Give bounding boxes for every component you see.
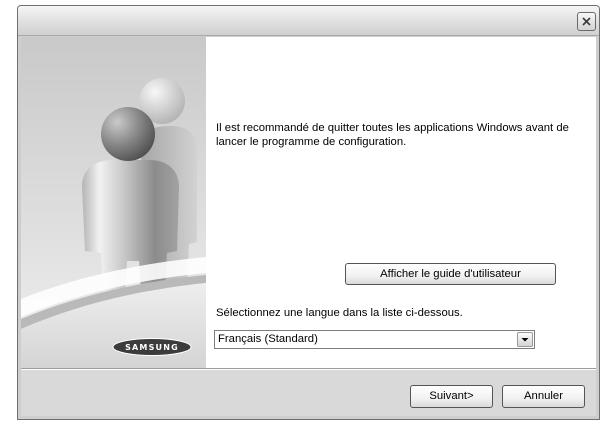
- language-dropdown-button[interactable]: [517, 332, 533, 347]
- dialog-client: SAMSUNG Il est recommandé de quitter tou…: [21, 37, 596, 416]
- sidebar-illustration-panel: SAMSUNG: [21, 37, 206, 368]
- close-button[interactable]: [577, 12, 596, 31]
- language-select[interactable]: Français (Standard): [214, 330, 535, 349]
- title-bar[interactable]: [18, 6, 599, 36]
- people-illustration: SAMSUNG: [21, 37, 206, 368]
- language-select-value: Français (Standard): [218, 333, 318, 345]
- close-icon: [582, 17, 591, 26]
- next-button[interactable]: Suivant>: [410, 385, 493, 408]
- language-label: Sélectionnez une langue dans la liste ci…: [216, 307, 463, 319]
- close-apps-message: Il est recommandé de quitter toutes les …: [216, 122, 569, 148]
- user-guide-button[interactable]: Afficher le guide d'utilisateur: [345, 263, 556, 285]
- cancel-button[interactable]: Annuler: [502, 385, 585, 408]
- front-figure-head: [101, 107, 155, 161]
- samsung-logo: SAMSUNG: [112, 338, 192, 356]
- samsung-logo-text: SAMSUNG: [125, 343, 179, 352]
- chevron-down-icon: [521, 338, 529, 342]
- content-panel: Il est recommandé de quitter toutes les …: [206, 37, 596, 368]
- button-bar: Suivant> Annuler: [21, 370, 596, 416]
- setup-dialog: SAMSUNG Il est recommandé de quitter tou…: [17, 5, 600, 420]
